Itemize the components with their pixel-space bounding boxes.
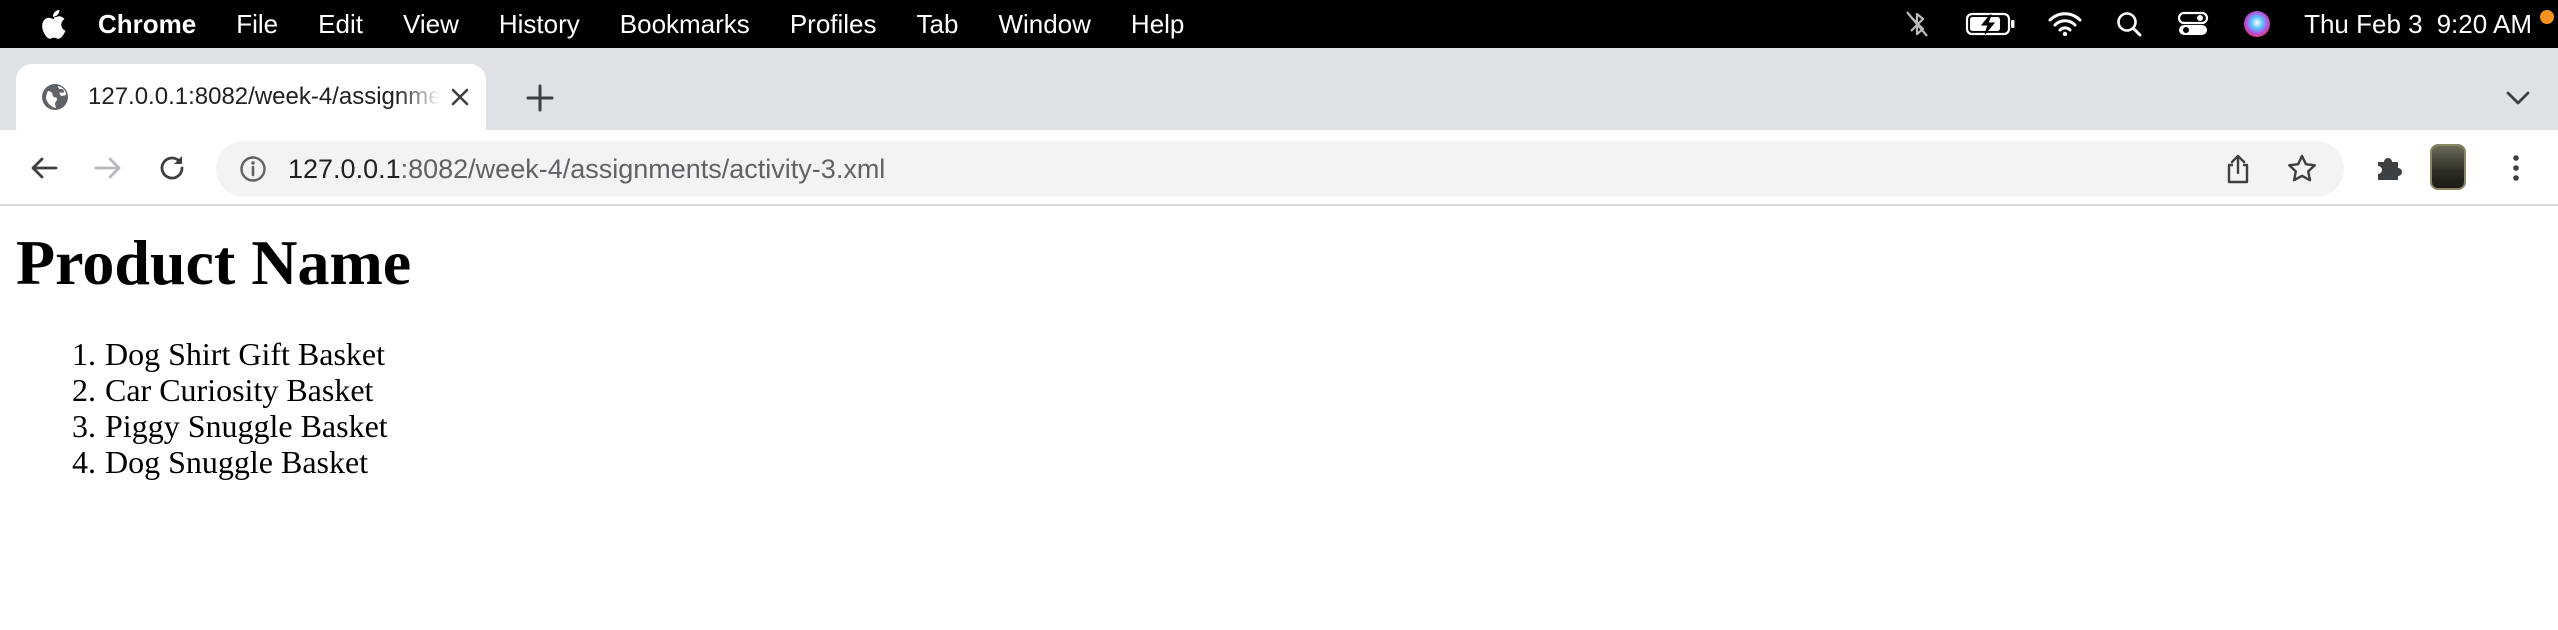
- browser-toolbar: 127.0.0.1:8082/week-4/assignments/activi…: [0, 130, 2558, 206]
- apple-menu-icon[interactable]: [38, 8, 70, 40]
- list-item-text: Piggy Snuggle Basket: [105, 408, 388, 444]
- list-item: 2. Car Curiosity Basket: [56, 372, 388, 408]
- screen: Chrome File Edit View History Bookmarks …: [0, 0, 2558, 630]
- extensions-puzzle-icon[interactable]: [2368, 148, 2408, 188]
- menu-file[interactable]: File: [236, 9, 278, 40]
- list-item: 3. Piggy Snuggle Basket: [56, 408, 388, 444]
- tab-active[interactable]: 127.0.0.1:8082/week-4/assignments/activi…: [16, 64, 486, 130]
- list-item-text: Dog Shirt Gift Basket: [105, 336, 385, 372]
- product-list: 1. Dog Shirt Gift Basket 2. Car Curiosity …: [56, 336, 388, 480]
- wifi-icon[interactable]: [2048, 7, 2082, 41]
- page-content: Product Name 1. Dog Shirt Gift Basket 2. C…: [0, 206, 2558, 630]
- menu-tab[interactable]: Tab: [917, 9, 959, 40]
- notification-dot: [2540, 10, 2554, 24]
- menu-history[interactable]: History: [499, 9, 580, 40]
- back-arrow-icon[interactable]: [24, 148, 64, 188]
- reload-icon[interactable]: [152, 148, 192, 188]
- bookmark-star-icon[interactable]: [2282, 149, 2322, 189]
- clock-date: Thu Feb 3: [2304, 8, 2423, 39]
- menu-app-chrome[interactable]: Chrome: [98, 9, 196, 40]
- menu-view[interactable]: View: [403, 9, 459, 40]
- address-bar[interactable]: 127.0.0.1:8082/week-4/assignments/activi…: [216, 141, 2344, 197]
- list-item-number: 3.: [72, 408, 96, 444]
- tab-search-chevron-down-icon[interactable]: [2500, 80, 2536, 116]
- tab-title: 127.0.0.1:8082/week-4/assignments/activi…: [88, 83, 440, 110]
- menu-clock[interactable]: Thu Feb 3 9:20 AM: [2304, 9, 2532, 40]
- tab-close-icon[interactable]: [446, 83, 474, 111]
- tab-strip: 127.0.0.1:8082/week-4/assignments/activi…: [0, 48, 2558, 130]
- menu-window[interactable]: Window: [998, 9, 1090, 40]
- url-text[interactable]: 127.0.0.1:8082/week-4/assignments/activi…: [288, 154, 885, 185]
- list-item-text: Car Curiosity Basket: [105, 372, 374, 408]
- control-center-icon[interactable]: [2176, 7, 2210, 41]
- url-path: :8082/week-4/assignments/activity-3.xml: [400, 153, 886, 184]
- list-item-number: 1.: [72, 336, 96, 372]
- list-item-number: 4.: [72, 444, 96, 480]
- list-item-number: 2.: [72, 372, 96, 408]
- bluetooth-off-icon[interactable]: [1900, 7, 1934, 41]
- forward-arrow-icon[interactable]: [88, 148, 128, 188]
- share-icon[interactable]: [2218, 149, 2258, 189]
- new-tab-plus-icon[interactable]: [520, 78, 560, 118]
- menu-bookmarks[interactable]: Bookmarks: [620, 9, 750, 40]
- page-title: Product Name: [16, 227, 412, 298]
- url-host: 127.0.0.1: [288, 153, 401, 184]
- globe-icon: [42, 84, 68, 110]
- menu-edit[interactable]: Edit: [318, 9, 363, 40]
- list-item: 4. Dog Snuggle Basket: [56, 444, 388, 480]
- battery-charging-icon[interactable]: [1964, 7, 2018, 41]
- macos-menu-bar: Chrome File Edit View History Bookmarks …: [0, 0, 2558, 48]
- more-menu-kebab-icon[interactable]: [2496, 148, 2536, 188]
- profile-avatar[interactable]: [2430, 144, 2466, 190]
- menu-profiles[interactable]: Profiles: [790, 9, 877, 40]
- menu-help[interactable]: Help: [1131, 9, 1184, 40]
- siri-icon[interactable]: [2240, 7, 2274, 41]
- spotlight-search-icon[interactable]: [2112, 7, 2146, 41]
- list-item: 1. Dog Shirt Gift Basket: [56, 336, 388, 372]
- site-info-icon[interactable]: [238, 154, 268, 184]
- list-item-text: Dog Snuggle Basket: [105, 444, 369, 480]
- clock-time: 9:20 AM: [2436, 8, 2532, 39]
